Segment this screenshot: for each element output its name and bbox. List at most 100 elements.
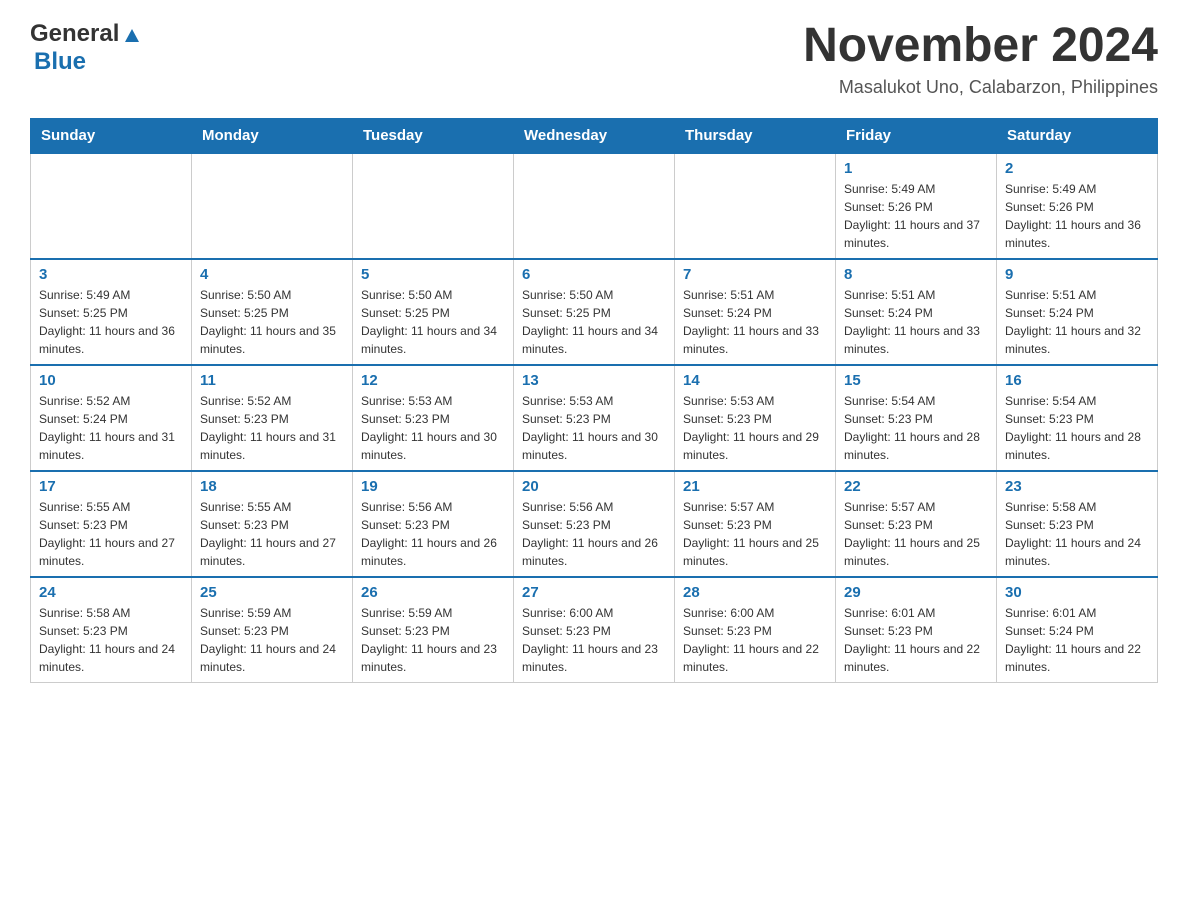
calendar-day-header: Wednesday	[514, 118, 675, 153]
day-info: Sunrise: 5:56 AM Sunset: 5:23 PM Dayligh…	[361, 498, 505, 570]
day-info: Sunrise: 5:53 AM Sunset: 5:23 PM Dayligh…	[683, 392, 827, 464]
day-info: Sunrise: 5:57 AM Sunset: 5:23 PM Dayligh…	[683, 498, 827, 570]
day-number: 7	[683, 266, 827, 283]
calendar-cell: 2 Sunrise: 5:49 AM Sunset: 5:26 PM Daylig…	[997, 153, 1158, 259]
day-number: 29	[844, 584, 988, 601]
logo: General Blue	[30, 20, 143, 76]
day-number: 6	[522, 266, 666, 283]
calendar-cell: 21 Sunrise: 5:57 AM Sunset: 5:23 PM Dayli…	[675, 471, 836, 577]
calendar-cell: 6 Sunrise: 5:50 AM Sunset: 5:25 PM Daylig…	[514, 259, 675, 365]
calendar-cell: 17 Sunrise: 5:55 AM Sunset: 5:23 PM Dayli…	[31, 471, 192, 577]
calendar-cell: 7 Sunrise: 5:51 AM Sunset: 5:24 PM Daylig…	[675, 259, 836, 365]
day-info: Sunrise: 5:54 AM Sunset: 5:23 PM Dayligh…	[844, 392, 988, 464]
day-number: 17	[39, 478, 183, 495]
calendar-cell	[31, 153, 192, 259]
day-number: 8	[844, 266, 988, 283]
calendar-cell: 23 Sunrise: 5:58 AM Sunset: 5:23 PM Dayli…	[997, 471, 1158, 577]
day-number: 18	[200, 478, 344, 495]
calendar-week-row: 17 Sunrise: 5:55 AM Sunset: 5:23 PM Dayli…	[31, 471, 1158, 577]
day-info: Sunrise: 5:52 AM Sunset: 5:24 PM Dayligh…	[39, 392, 183, 464]
calendar-cell: 26 Sunrise: 5:59 AM Sunset: 5:23 PM Dayli…	[353, 577, 514, 683]
day-number: 25	[200, 584, 344, 601]
day-info: Sunrise: 5:58 AM Sunset: 5:23 PM Dayligh…	[1005, 498, 1149, 570]
day-number: 9	[1005, 266, 1149, 283]
calendar-cell	[675, 153, 836, 259]
calendar-cell: 8Sunrise: 5:51 AM Sunset: 5:24 PM Daylig…	[836, 259, 997, 365]
day-info: Sunrise: 5:58 AM Sunset: 5:23 PM Dayligh…	[39, 604, 183, 676]
calendar-week-row: 10 Sunrise: 5:52 AM Sunset: 5:24 PM Dayli…	[31, 365, 1158, 471]
calendar-cell: 24 Sunrise: 5:58 AM Sunset: 5:23 PM Dayli…	[31, 577, 192, 683]
day-number: 11	[200, 372, 344, 389]
day-number: 21	[683, 478, 827, 495]
day-info: Sunrise: 5:49 AM Sunset: 5:26 PM Dayligh…	[844, 180, 988, 252]
logo-general-text: General	[30, 20, 119, 48]
calendar-cell	[353, 153, 514, 259]
logo-icon	[121, 24, 143, 46]
calendar-cell	[192, 153, 353, 259]
day-number: 28	[683, 584, 827, 601]
calendar-day-header: Friday	[836, 118, 997, 153]
calendar-day-header: Sunday	[31, 118, 192, 153]
day-number: 19	[361, 478, 505, 495]
calendar-cell: 14 Sunrise: 5:53 AM Sunset: 5:23 PM Dayli…	[675, 365, 836, 471]
location-text: Masalukot Uno, Calabarzon, Philippines	[803, 77, 1158, 98]
day-number: 3	[39, 266, 183, 283]
day-number: 5	[361, 266, 505, 283]
day-info: Sunrise: 5:59 AM Sunset: 5:23 PM Dayligh…	[361, 604, 505, 676]
calendar-week-row: 1Sunrise: 5:49 AM Sunset: 5:26 PM Daylig…	[31, 153, 1158, 259]
day-info: Sunrise: 6:01 AM Sunset: 5:24 PM Dayligh…	[1005, 604, 1149, 676]
day-number: 2	[1005, 160, 1149, 177]
day-info: Sunrise: 5:50 AM Sunset: 5:25 PM Dayligh…	[361, 286, 505, 358]
calendar-week-row: 3 Sunrise: 5:49 AM Sunset: 5:25 PM Daylig…	[31, 259, 1158, 365]
day-info: Sunrise: 5:49 AM Sunset: 5:25 PM Dayligh…	[39, 286, 183, 358]
day-info: Sunrise: 5:55 AM Sunset: 5:23 PM Dayligh…	[39, 498, 183, 570]
day-number: 12	[361, 372, 505, 389]
day-info: Sunrise: 5:49 AM Sunset: 5:26 PM Dayligh…	[1005, 180, 1149, 252]
calendar-cell: 22Sunrise: 5:57 AM Sunset: 5:23 PM Dayli…	[836, 471, 997, 577]
day-info: Sunrise: 6:00 AM Sunset: 5:23 PM Dayligh…	[522, 604, 666, 676]
calendar-day-header: Monday	[192, 118, 353, 153]
calendar-cell: 13 Sunrise: 5:53 AM Sunset: 5:23 PM Dayli…	[514, 365, 675, 471]
calendar-cell: 5 Sunrise: 5:50 AM Sunset: 5:25 PM Daylig…	[353, 259, 514, 365]
day-number: 16	[1005, 372, 1149, 389]
calendar-cell: 29 Sunrise: 6:01 AM Sunset: 5:23 PM Dayli…	[836, 577, 997, 683]
day-info: Sunrise: 5:50 AM Sunset: 5:25 PM Dayligh…	[200, 286, 344, 358]
day-info: Sunrise: 5:51 AM Sunset: 5:24 PM Dayligh…	[683, 286, 827, 358]
calendar-cell: 12 Sunrise: 5:53 AM Sunset: 5:23 PM Dayli…	[353, 365, 514, 471]
calendar-cell: 16 Sunrise: 5:54 AM Sunset: 5:23 PM Dayli…	[997, 365, 1158, 471]
calendar-cell: 9 Sunrise: 5:51 AM Sunset: 5:24 PM Daylig…	[997, 259, 1158, 365]
day-info: Sunrise: 5:51 AM Sunset: 5:24 PM Dayligh…	[1005, 286, 1149, 358]
day-info: Sunrise: 5:56 AM Sunset: 5:23 PM Dayligh…	[522, 498, 666, 570]
calendar-cell: 4 Sunrise: 5:50 AM Sunset: 5:25 PM Daylig…	[192, 259, 353, 365]
day-info: Sunrise: 6:01 AM Sunset: 5:23 PM Dayligh…	[844, 604, 988, 676]
day-number: 30	[1005, 584, 1149, 601]
calendar-day-header: Thursday	[675, 118, 836, 153]
calendar-cell: 10 Sunrise: 5:52 AM Sunset: 5:24 PM Dayli…	[31, 365, 192, 471]
calendar-cell: 27 Sunrise: 6:00 AM Sunset: 5:23 PM Dayli…	[514, 577, 675, 683]
day-info: Sunrise: 5:53 AM Sunset: 5:23 PM Dayligh…	[522, 392, 666, 464]
calendar-cell: 18 Sunrise: 5:55 AM Sunset: 5:23 PM Dayli…	[192, 471, 353, 577]
day-info: Sunrise: 5:59 AM Sunset: 5:23 PM Dayligh…	[200, 604, 344, 676]
day-number: 10	[39, 372, 183, 389]
day-number: 14	[683, 372, 827, 389]
day-info: Sunrise: 5:50 AM Sunset: 5:25 PM Dayligh…	[522, 286, 666, 358]
day-number: 23	[1005, 478, 1149, 495]
day-info: Sunrise: 6:00 AM Sunset: 5:23 PM Dayligh…	[683, 604, 827, 676]
day-number: 24	[39, 584, 183, 601]
day-info: Sunrise: 5:52 AM Sunset: 5:23 PM Dayligh…	[200, 392, 344, 464]
day-number: 13	[522, 372, 666, 389]
calendar-cell: 1Sunrise: 5:49 AM Sunset: 5:26 PM Daylig…	[836, 153, 997, 259]
calendar-table: SundayMondayTuesdayWednesdayThursdayFrid…	[30, 118, 1158, 683]
day-number: 4	[200, 266, 344, 283]
calendar-cell: 28 Sunrise: 6:00 AM Sunset: 5:23 PM Dayli…	[675, 577, 836, 683]
day-info: Sunrise: 5:55 AM Sunset: 5:23 PM Dayligh…	[200, 498, 344, 570]
title-section: November 2024 Masalukot Uno, Calabarzon,…	[803, 20, 1158, 98]
day-info: Sunrise: 5:54 AM Sunset: 5:23 PM Dayligh…	[1005, 392, 1149, 464]
calendar-day-header: Tuesday	[353, 118, 514, 153]
calendar-day-header: Saturday	[997, 118, 1158, 153]
day-info: Sunrise: 5:53 AM Sunset: 5:23 PM Dayligh…	[361, 392, 505, 464]
logo-blue-text: Blue	[34, 48, 86, 76]
day-number: 26	[361, 584, 505, 601]
calendar-cell: 20Sunrise: 5:56 AM Sunset: 5:23 PM Dayli…	[514, 471, 675, 577]
day-number: 27	[522, 584, 666, 601]
